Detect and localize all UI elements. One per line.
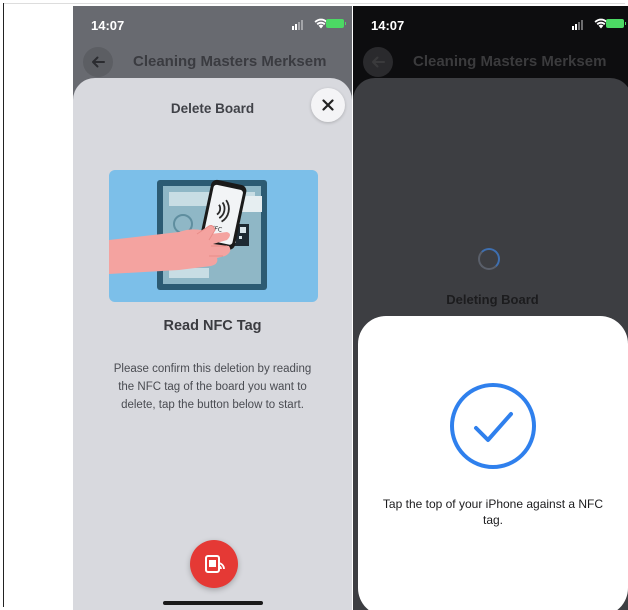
phone-screen-delete-board: 14:07 Cleaning Masters Merksem Delete Bo… [73,6,352,610]
status-time: 14:07 [371,18,405,33]
nfc-scan-icon [205,555,225,573]
delete-board-sheet: Delete Board NFC Read NFC Tag Please con… [73,78,352,610]
status-icons [572,18,626,30]
read-nfc-heading: Read NFC Tag [163,318,262,334]
header-title: Cleaning Masters Merksem [413,53,607,70]
nfc-scan-panel: Tap the top of your iPhone against a NFC… [358,316,628,610]
battery-charging-icon [606,19,626,28]
status-bar: 14:07 [353,6,628,42]
deleting-board-text: Deleting Board [446,292,539,307]
app-header: Cleaning Masters Merksem [73,42,352,78]
loading-spinner-icon [478,248,500,270]
close-icon [322,99,334,111]
frame-top-border [3,3,625,4]
arrow-left-icon [372,56,385,68]
checkmark-circle-icon [450,383,536,469]
status-icons [292,18,346,30]
home-indicator [163,601,263,605]
scan-nfc-button[interactable] [190,540,238,588]
close-button[interactable] [311,88,345,122]
status-time: 14:07 [91,18,125,33]
phone-screen-deleting-board: 14:07 Cleaning Masters Merksem Deleting … [353,6,628,610]
battery-charging-icon [326,19,346,28]
nfc-prompt-text: Tap the top of your iPhone against a NFC… [382,497,604,527]
back-button[interactable] [83,47,113,77]
instructions-text: Please confirm this deletion by reading … [113,363,312,411]
status-bar: 14:07 [73,6,352,42]
hand-phone-board-illustration: NFC [109,179,267,290]
back-button[interactable] [363,47,393,77]
header-title: Cleaning Masters Merksem [133,53,327,70]
arrow-left-icon [92,56,105,68]
frame-left-border [3,3,4,607]
app-header: Cleaning Masters Merksem [353,42,628,78]
nfc-illustration: NFC [109,170,318,302]
